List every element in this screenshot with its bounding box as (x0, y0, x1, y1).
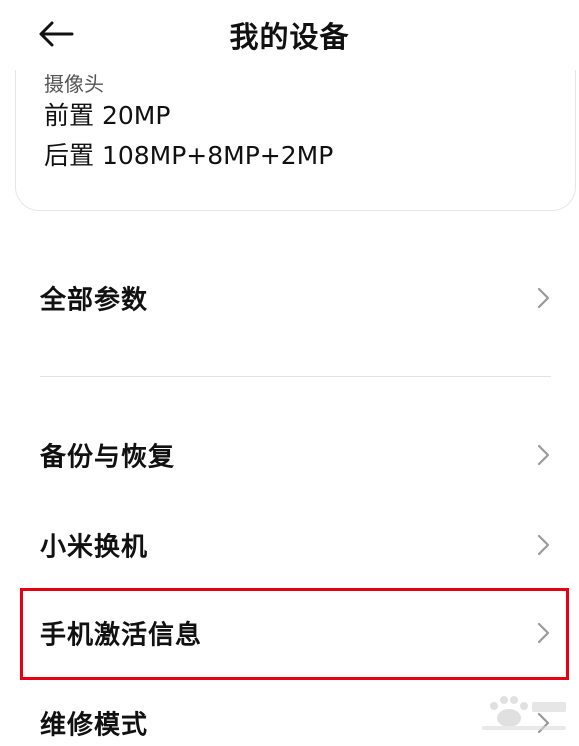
menu-item-label: 小米换机 (40, 532, 149, 563)
chevron-right-icon (534, 443, 552, 467)
menu-item-label: 备份与恢复 (40, 442, 176, 473)
menu-item-backup-restore[interactable]: 备份与恢复 (0, 420, 579, 490)
watermark-logo-icon (482, 696, 566, 730)
chevron-right-icon (534, 533, 552, 557)
menu-item-label: 维修模式 (40, 710, 149, 741)
menu-item-label: 全部参数 (40, 285, 149, 316)
menu-item-all-params[interactable]: 全部参数 (0, 263, 579, 333)
menu-item-activation-info[interactable]: 手机激活信息 (0, 598, 579, 668)
page-title: 我的设备 (229, 20, 350, 54)
menu-item-label: 手机激活信息 (40, 620, 203, 651)
menu-item-mi-mover[interactable]: 小米换机 (0, 510, 579, 580)
section-divider (40, 376, 551, 377)
camera-label: 摄像头 (44, 72, 104, 96)
rear-camera-spec: 后置 108MP+8MP+2MP (44, 141, 334, 170)
front-camera-spec: 前置 20MP (44, 101, 171, 130)
my-device-page: 摄像头 前置 20MP 后置 108MP+8MP+2MP 我的设备 全部参数 备… (0, 0, 579, 746)
chevron-right-icon (534, 286, 552, 310)
chevron-right-icon (534, 621, 552, 645)
top-app-bar: 我的设备 (0, 0, 579, 70)
